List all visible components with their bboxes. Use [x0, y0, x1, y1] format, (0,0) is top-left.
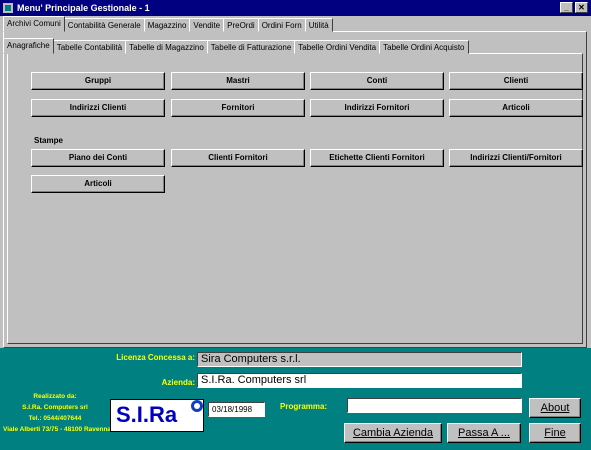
azienda-label: Azienda: — [161, 378, 195, 387]
credits-line: Tel.: 0544/407644 — [28, 415, 82, 422]
licenza-field: Sira Computers s.r.l. — [197, 352, 522, 367]
passa-a-button[interactable]: Passa A ... — [447, 423, 521, 443]
cambia-azienda-label: Cambia Azienda — [352, 427, 434, 439]
minimize-icon[interactable]: _ — [560, 2, 573, 13]
tab-magazzino[interactable]: Magazzino — [143, 18, 191, 32]
credits-line: Realizzato da: — [33, 393, 77, 400]
piano-dei-conti-button[interactable]: Piano dei Conti — [31, 149, 165, 167]
title-bar: Menu' Principale Gestionale - 1 _ ✕ — [0, 0, 591, 16]
indirizzi-clienti-fornitori-button[interactable]: Indirizzi Clienti/Fornitori — [449, 149, 583, 167]
about-button[interactable]: About — [529, 398, 581, 418]
licenza-label: Licenza Concessa a: — [116, 353, 195, 362]
date-field: 03/18/1998 — [208, 402, 265, 417]
close-icon[interactable]: ✕ — [575, 2, 588, 13]
tab-contabilita-generale[interactable]: Contabilità Generale — [63, 18, 145, 32]
top-tab-strip: Archivi Comuni Contabilità Generale Maga… — [3, 16, 333, 32]
tab-tabelle-contabilita[interactable]: Tabelle Contabilità — [52, 40, 127, 54]
gruppi-button[interactable]: Gruppi — [31, 72, 165, 90]
about-button-label: About — [540, 402, 570, 414]
window-controls: _ ✕ — [560, 2, 588, 13]
programma-input[interactable] — [347, 398, 522, 413]
tab-ordini-forn[interactable]: Ordini Forn — [257, 18, 306, 32]
passa-a-label: Passa A ... — [458, 427, 510, 439]
credits-line: Viale Alberti 73/75 - 48100 Ravenna — [3, 426, 112, 433]
mastri-button[interactable]: Mastri — [171, 72, 305, 90]
fornitori-button[interactable]: Fornitori — [171, 99, 305, 117]
tab-preordi[interactable]: PreOrdi — [223, 18, 259, 32]
articoli-button[interactable]: Articoli — [449, 99, 583, 117]
articoli-stampa-button[interactable]: Articoli — [31, 175, 165, 193]
azienda-field: S.I.Ra. Computers srl — [197, 373, 522, 388]
fine-label: Fine — [544, 427, 566, 439]
indirizzi-clienti-button[interactable]: Indirizzi Clienti — [31, 99, 165, 117]
app-icon — [3, 3, 13, 13]
clienti-button[interactable]: Clienti — [449, 72, 583, 90]
tab-utilita[interactable]: Utilità — [304, 18, 333, 32]
indirizzi-fornitori-button[interactable]: Indirizzi Fornitori — [310, 99, 444, 117]
stampe-label: Stampe — [34, 136, 63, 145]
tab-tabelle-ordini-vendita[interactable]: Tabelle Ordini Vendita — [294, 40, 381, 54]
window-title: Menu' Principale Gestionale - 1 — [17, 3, 150, 13]
cambia-azienda-button[interactable]: Cambia Azienda — [344, 423, 442, 443]
tab-anagrafiche[interactable]: Anagrafiche — [3, 38, 54, 54]
programma-label: Programma: — [280, 402, 328, 411]
sub-tab-panel — [7, 53, 583, 344]
sub-tab-strip: Anagrafiche Tabelle Contabilità Tabelle … — [3, 38, 469, 54]
fine-button[interactable]: Fine — [529, 423, 581, 443]
clienti-fornitori-button[interactable]: Clienti Fornitori — [171, 149, 305, 167]
logo-ring-icon — [191, 400, 203, 412]
credits-block: Realizzato da: S.I.Ra. Computers srl Tel… — [3, 393, 112, 434]
tab-archivi-comuni[interactable]: Archivi Comuni — [3, 16, 65, 32]
etichette-clienti-fornitori-button[interactable]: Etichette Clienti Fornitori — [310, 149, 444, 167]
logo-text: S.I.Ra — [116, 402, 178, 427]
tab-tabelle-fatturazione[interactable]: Tabelle di Fatturazione — [206, 40, 296, 54]
sira-logo: S.I.Ra — [110, 399, 204, 432]
tab-tabelle-ordini-acquisto[interactable]: Tabelle Ordini Acquisto — [379, 40, 469, 54]
tab-tabelle-magazzino[interactable]: Tabelle di Magazzino — [125, 40, 208, 54]
conti-button[interactable]: Conti — [310, 72, 444, 90]
credits-line: S.I.Ra. Computers srl — [22, 404, 88, 411]
tab-vendite[interactable]: Vendite — [189, 18, 225, 32]
